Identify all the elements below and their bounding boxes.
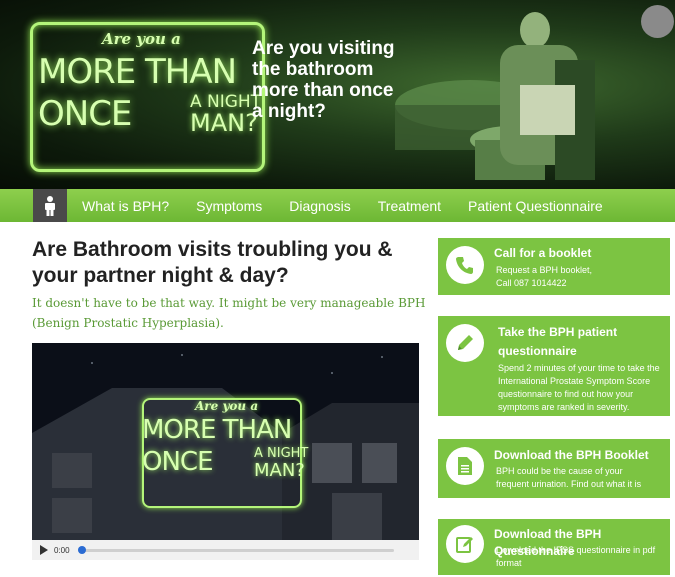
video-time: 0:00 bbox=[54, 545, 70, 555]
edit-icon bbox=[446, 525, 484, 563]
card-title: Call for a booklet bbox=[494, 246, 592, 260]
hero-question: Are you visiting the bathroom more than … bbox=[252, 38, 395, 122]
nav-item-treatment[interactable]: Treatment bbox=[378, 198, 441, 214]
card-title-line1: Take the BPH patient bbox=[498, 325, 618, 339]
card-body: Spend 2 minutes of your time to take the… bbox=[498, 363, 660, 412]
download-booklet-card[interactable]: Download the BPH Booklet BPH could be th… bbox=[438, 439, 670, 498]
download-questionnaire-card[interactable]: Download the BPH Questionnaire Download … bbox=[438, 519, 670, 575]
nav-item-diagnosis[interactable]: Diagnosis bbox=[289, 198, 350, 214]
video-seek-bar[interactable] bbox=[77, 545, 394, 554]
nav-home-button[interactable] bbox=[33, 189, 67, 222]
take-questionnaire-card[interactable]: Take the BPH patient questionnaire Spend… bbox=[438, 316, 670, 416]
page-title: Are Bathroom visits troubling you & your… bbox=[32, 238, 393, 287]
main-nav: What is BPH? Symptoms Diagnosis Treatmen… bbox=[0, 189, 675, 222]
video-slogan-small: Are you a bbox=[195, 399, 259, 413]
hero-slogan-line2: ONCE bbox=[38, 94, 132, 134]
hero-slogan-line1: MORE THAN bbox=[38, 52, 237, 92]
card-body: Download the IPSS questionnaire in pdf f… bbox=[496, 545, 656, 568]
hero-banner: Are you a MORE THAN ONCE A NIGHT MAN? Ar… bbox=[0, 0, 675, 189]
card-title-line2: questionnaire bbox=[498, 344, 577, 358]
video-seek-knob[interactable] bbox=[77, 545, 86, 554]
pencil-icon bbox=[446, 324, 484, 362]
call-booklet-card[interactable]: Call for a booklet Request a BPH booklet… bbox=[438, 238, 670, 295]
nav-item-patient-questionnaire[interactable]: Patient Questionnaire bbox=[468, 198, 603, 214]
video-slogan-line2: ONCE bbox=[142, 447, 213, 477]
phone-icon bbox=[446, 246, 484, 284]
card-body-line1: Request a BPH booklet, bbox=[496, 265, 593, 275]
card-body: BPH could be the cause of your frequent … bbox=[496, 466, 642, 489]
nav-item-symptoms[interactable]: Symptoms bbox=[196, 198, 262, 214]
document-icon bbox=[446, 447, 484, 485]
video-slogan-line1: MORE THAN bbox=[142, 415, 292, 445]
page-subtitle: It doesn't have to be that way. It might… bbox=[32, 296, 426, 330]
card-title: Download the BPH Booklet bbox=[494, 448, 649, 462]
play-icon[interactable] bbox=[40, 545, 48, 555]
video-slogan-man: MAN? bbox=[254, 460, 305, 481]
video-controls: 0:00 bbox=[32, 540, 419, 560]
hero-slogan-small: Are you a bbox=[102, 30, 181, 48]
card-body-line2: Call 087 1014422 bbox=[496, 278, 567, 288]
video-slogan-anight: A NIGHT bbox=[254, 446, 309, 461]
nav-item-what-is-bph[interactable]: What is BPH? bbox=[82, 198, 169, 214]
hero-slogan-man: MAN? bbox=[190, 109, 258, 137]
video-player[interactable]: Are you a MORE THAN ONCE A NIGHT MAN? bbox=[32, 343, 419, 560]
circle-button[interactable] bbox=[641, 5, 674, 38]
person-icon bbox=[45, 195, 55, 216]
